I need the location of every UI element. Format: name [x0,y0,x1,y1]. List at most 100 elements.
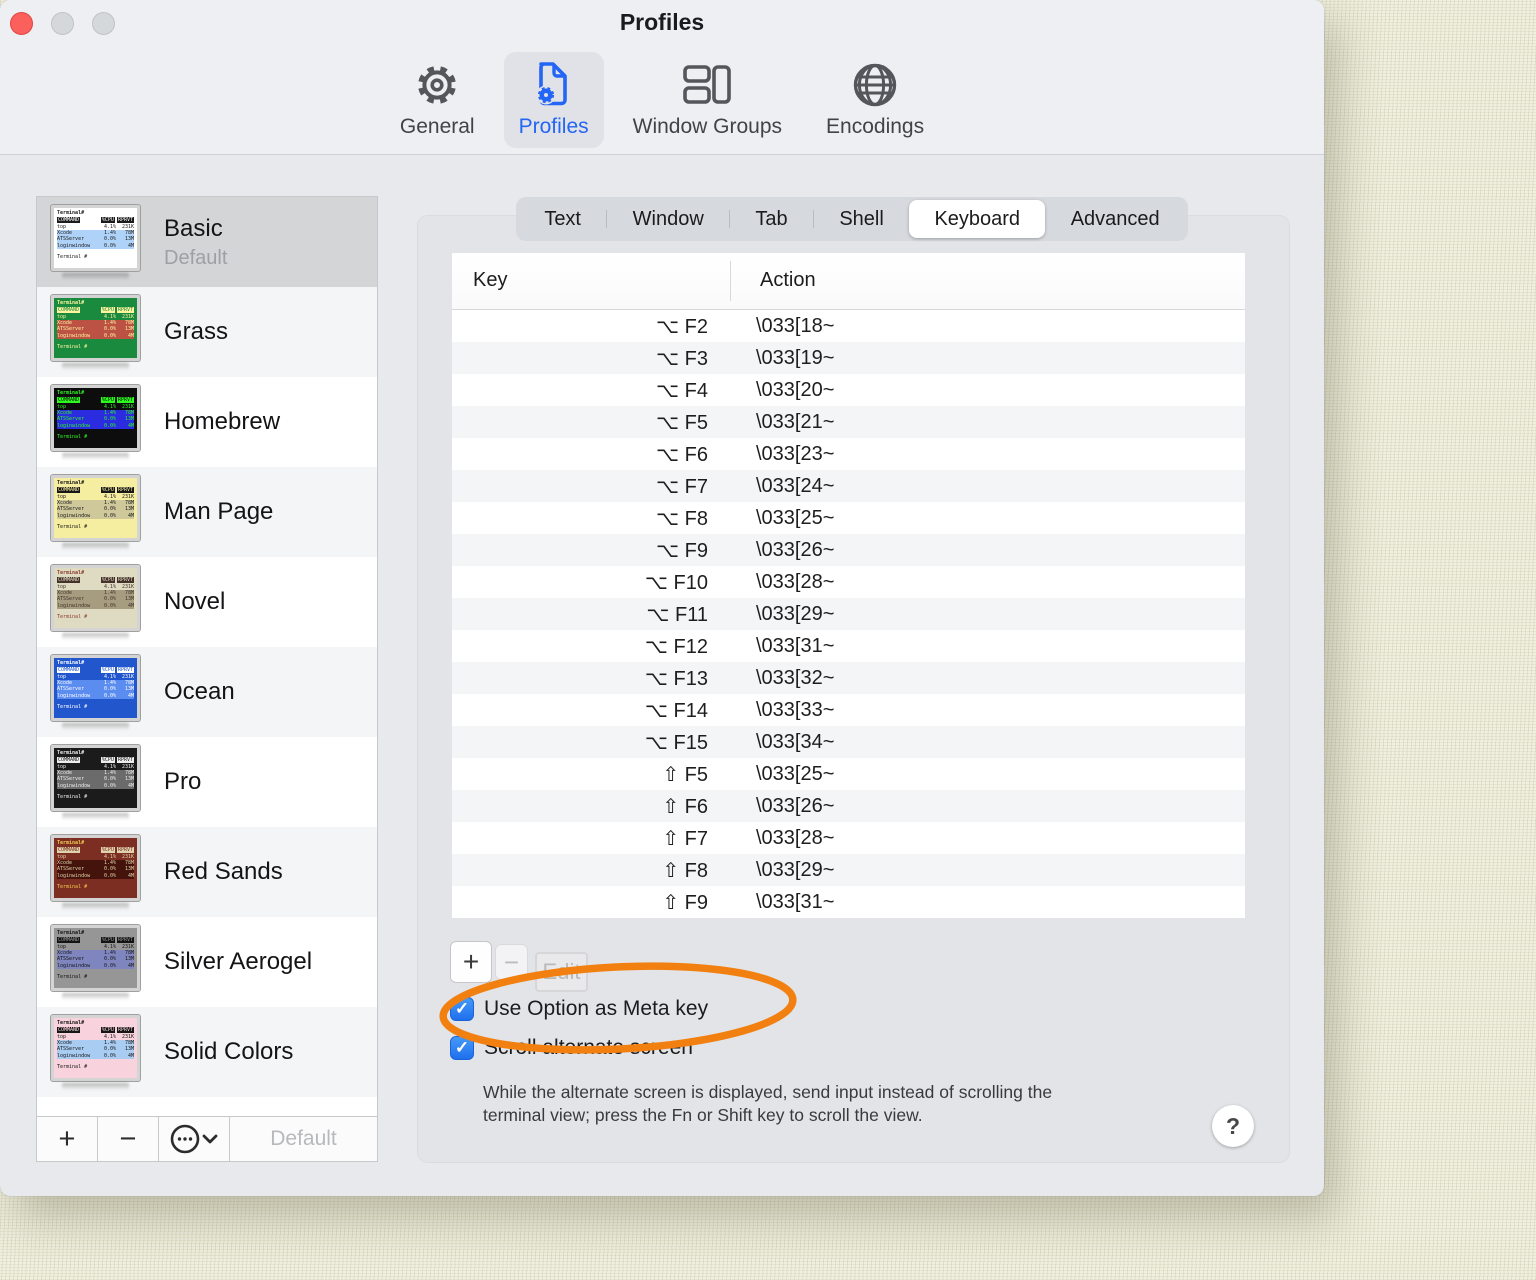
tab-keyboard[interactable]: Keyboard [909,200,1046,238]
key-mapping-row[interactable]: ⌥ F13 \033[32~ [452,662,1245,694]
alternate-screen-help-text: While the alternate screen is displayed,… [483,1082,1053,1125]
mini-terminal-row: loginwindow 0.0% 4M [57,242,134,249]
remove-profile-button[interactable]: − [98,1117,159,1161]
profile-row-solid-colors[interactable]: Terminal# COMMAND %CPU RPRVT top 4.1% 231K Xcod… [37,1007,377,1097]
mini-cell: 4M [127,332,134,339]
profile-row-basic[interactable]: Terminal# COMMAND %CPU RPRVT top 4.1% 231K Xcod… [37,197,377,287]
profile-name: Ocean [164,678,235,705]
column-header-action[interactable]: Action [760,269,816,292]
tab-tab[interactable]: Tab [730,200,813,238]
thumbnail-reflection [61,452,130,460]
profile-name: Red Sands [164,858,283,885]
key-mapping-row[interactable]: ⌥ F14 \033[33~ [452,694,1245,726]
profile-row-ocean[interactable]: Terminal# COMMAND %CPU RPRVT top 4.1% 231K Xcod… [37,647,377,737]
mini-cell: loginwindow [57,782,91,789]
mini-terminal-prompt: Terminal # [57,973,88,980]
profile-tabs: Text Window Tab Shell Keyboard Advanced [516,197,1188,241]
mini-terminal-row: loginwindow 0.0% 4M [57,872,134,879]
default-profile-button[interactable]: Default [230,1117,377,1161]
toolbar-label: General [399,115,475,138]
mini-terminal-header: COMMAND %CPU RPRVT [57,846,134,853]
key-cell: ⌥ F3 [656,347,708,370]
key-mapping-row[interactable]: ⌥ F6 \033[23~ [452,438,1245,470]
key-mapping-row[interactable]: ⌥ F11 \033[29~ [452,598,1245,630]
mini-terminal-title: Terminal# [57,299,85,306]
key-mapping-row[interactable]: ⇧ F9 \033[31~ [452,886,1245,918]
thumbnail-reflection [61,902,130,910]
key-cell: ⌥ F10 [644,571,708,594]
add-profile-button[interactable]: + [37,1117,98,1161]
profile-thumbnail: Terminal# COMMAND %CPU RPRVT top 4.1% 231K Xcod… [50,743,141,820]
column-header-key[interactable]: Key [473,269,507,292]
key-mapping-row[interactable]: ⇧ F7 \033[28~ [452,822,1245,854]
column-divider[interactable] [730,261,731,301]
mini-cell: 0.0% [103,242,116,249]
mini-terminal-row: loginwindow 0.0% 4M [57,1052,134,1059]
add-key-button[interactable]: + [450,941,492,983]
toolbar-item-profiles[interactable]: Profiles [503,52,604,148]
mini-terminal-preview: Terminal# COMMAND %CPU RPRVT top 4.1% 231K Xcod… [50,563,141,632]
edit-key-button[interactable]: Edit [535,952,588,992]
action-cell: \033[26~ [756,794,835,817]
mini-terminal-preview: Terminal# COMMAND %CPU RPRVT top 4.1% 231K Xcod… [50,923,141,992]
mini-cell: 0.0% [103,512,116,519]
key-mapping-row[interactable]: ⇧ F5 \033[25~ [452,758,1245,790]
mini-terminal-row: loginwindow 0.0% 4M [57,332,134,339]
key-mapping-row[interactable]: ⌥ F4 \033[20~ [452,374,1245,406]
mini-cell: 4M [127,512,134,519]
profile-row-red-sands[interactable]: Terminal# COMMAND %CPU RPRVT top 4.1% 231K Xcod… [37,827,377,917]
key-cell: ⌥ F2 [656,315,708,338]
mini-terminal-title: Terminal# [57,839,85,846]
toolbar-item-encodings[interactable]: Encodings [811,52,939,148]
toolbar-item-general[interactable]: General [385,52,490,148]
mini-terminal-header: COMMAND %CPU RPRVT [57,576,134,583]
thumbnail-reflection [61,722,130,730]
mini-header-cell: RPRVT [116,666,134,673]
checkbox-checked-icon[interactable]: ✓ [450,1036,474,1060]
profile-row-man-page[interactable]: Terminal# COMMAND %CPU RPRVT top 4.1% 231K Xcod… [37,467,377,557]
mini-header-cell: COMMAND [57,216,81,223]
mini-terminal-header: COMMAND %CPU RPRVT [57,936,134,943]
mini-terminal-prompt: Terminal # [57,433,88,440]
profile-row-novel[interactable]: Terminal# COMMAND %CPU RPRVT top 4.1% 231K Xcod… [37,557,377,647]
key-mapping-row[interactable]: ⌥ F15 \033[34~ [452,726,1245,758]
mini-terminal-header: COMMAND %CPU RPRVT [57,1026,134,1033]
mini-terminal-title: Terminal# [57,389,85,396]
key-mapping-row[interactable]: ⌥ F9 \033[26~ [452,534,1245,566]
action-cell: \033[29~ [756,602,835,625]
mini-cell: 0.0% [103,602,116,609]
more-options-button[interactable] [159,1117,230,1161]
help-button[interactable]: ? [1212,1105,1254,1147]
tab-shell[interactable]: Shell [814,200,909,238]
profile-row-pro[interactable]: Terminal# COMMAND %CPU RPRVT top 4.1% 231K Xcod… [37,737,377,827]
key-mapping-row[interactable]: ⌥ F7 \033[24~ [452,470,1245,502]
remove-key-button[interactable]: − [495,944,528,980]
profile-row-silver-aerogel[interactable]: Terminal# COMMAND %CPU RPRVT top 4.1% 231K Xcod… [37,917,377,1007]
key-mapping-row[interactable]: ⌥ F2 \033[18~ [452,310,1245,342]
key-mapping-row[interactable]: ⇧ F8 \033[29~ [452,854,1245,886]
profile-row-homebrew[interactable]: Terminal# COMMAND %CPU RPRVT top 4.1% 231K Xcod… [37,377,377,467]
table-header: Key Action [452,253,1245,310]
key-mapping-row[interactable]: ⌥ F3 \033[19~ [452,342,1245,374]
mini-terminal-prompt: Terminal # [57,703,88,710]
key-cell: ⌥ F5 [656,411,708,434]
mini-terminal-preview: Terminal# COMMAND %CPU RPRVT top 4.1% 231K Xcod… [50,833,141,902]
toolbar-item-window-groups[interactable]: Window Groups [618,52,797,148]
key-mapping-row[interactable]: ⌥ F12 \033[31~ [452,630,1245,662]
profile-name: Solid Colors [164,1038,294,1065]
key-mapping-row[interactable]: ⇧ F6 \033[26~ [452,790,1245,822]
mini-terminal-title: Terminal# [57,479,85,486]
tab-advanced[interactable]: Advanced [1045,200,1185,238]
mini-terminal-row: loginwindow 0.0% 4M [57,422,134,429]
mini-header-cell: COMMAND [57,756,81,763]
key-mapping-row[interactable]: ⌥ F10 \033[28~ [452,566,1245,598]
profile-thumbnail: Terminal# COMMAND %CPU RPRVT top 4.1% 231K Xcod… [50,833,141,910]
mini-cell: 0.0% [103,782,116,789]
key-mapping-row[interactable]: ⌥ F8 \033[25~ [452,502,1245,534]
tab-window[interactable]: Window [607,200,729,238]
checkbox-checked-icon[interactable]: ✓ [450,997,474,1021]
tab-text[interactable]: Text [519,200,606,238]
key-mapping-row[interactable]: ⌥ F5 \033[21~ [452,406,1245,438]
profile-row-grass[interactable]: Terminal# COMMAND %CPU RPRVT top 4.1% 231K Xcod… [37,287,377,377]
mini-cell: loginwindow [57,602,91,609]
